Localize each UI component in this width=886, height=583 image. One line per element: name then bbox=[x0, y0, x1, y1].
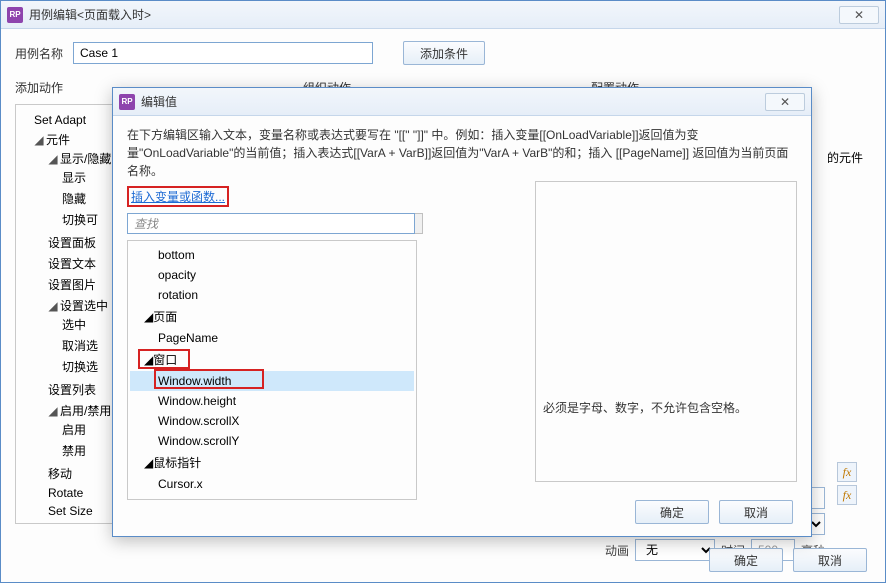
modal-close-button[interactable]: ✕ bbox=[765, 93, 805, 111]
variable-list-panel: bottom opacity rotation ◢页面 PageName ◢窗口… bbox=[127, 240, 417, 500]
window-title: 用例编辑<页面载入时> bbox=[29, 6, 839, 23]
search-input[interactable]: 查找 bbox=[127, 213, 415, 234]
fx-button-2[interactable]: fx bbox=[837, 485, 857, 505]
list-item[interactable]: PageName bbox=[130, 328, 414, 348]
modal-app-icon: RP bbox=[119, 94, 135, 110]
list-item[interactable]: Window.scrollY bbox=[130, 431, 414, 451]
case-name-label: 用例名称 bbox=[15, 45, 63, 62]
list-item[interactable]: Window.height bbox=[130, 391, 414, 411]
modal-body: 在下方编辑区输入文本，变量名称或表达式要写在 "[[" "]]" 中。例如：插入… bbox=[113, 116, 811, 536]
modal-cancel-button[interactable]: 取消 bbox=[719, 500, 793, 524]
modal-description: 在下方编辑区输入文本，变量名称或表达式要写在 "[[" "]]" 中。例如：插入… bbox=[127, 126, 797, 180]
main-title-bar: RP 用例编辑<页面载入时> ✕ bbox=[1, 1, 885, 29]
add-action-header: 添加动作 bbox=[15, 79, 63, 96]
modal-title: 编辑值 bbox=[141, 93, 765, 110]
fx-button-1[interactable]: fx bbox=[837, 462, 857, 482]
list-group-window[interactable]: ◢窗口 bbox=[130, 348, 414, 371]
modal-title-bar: RP 编辑值 ✕ bbox=[113, 88, 811, 116]
editor-area[interactable] bbox=[535, 181, 797, 482]
target-suffix-label: 的元件 bbox=[827, 149, 863, 166]
insert-link-highlight: 插入变量或函数... bbox=[127, 186, 229, 207]
case-name-row: 用例名称 添加条件 bbox=[15, 41, 871, 65]
insert-variable-link[interactable]: 插入变量或函数... bbox=[131, 190, 225, 204]
validation-hint: 必须是字母、数字，不允许包含空格。 bbox=[543, 399, 747, 416]
animation-select[interactable]: 无 bbox=[635, 539, 715, 561]
list-item[interactable]: bottom bbox=[130, 245, 414, 265]
list-item-window-width[interactable]: Window.width bbox=[130, 371, 414, 391]
modal-ok-button[interactable]: 确定 bbox=[635, 500, 709, 524]
list-item[interactable]: Window.scrollX bbox=[130, 411, 414, 431]
add-condition-button[interactable]: 添加条件 bbox=[403, 41, 485, 65]
list-group-cursor[interactable]: ◢鼠标指针 bbox=[130, 451, 414, 474]
modal-footer-buttons: 确定 取消 bbox=[635, 500, 793, 524]
main-ok-button[interactable]: 确定 bbox=[709, 548, 783, 572]
search-scroll-hint bbox=[415, 213, 423, 234]
edit-value-dialog: RP 编辑值 ✕ 在下方编辑区输入文本，变量名称或表达式要写在 "[[" "]]… bbox=[112, 87, 812, 537]
animation-label: 动画 bbox=[605, 542, 629, 559]
list-item[interactable]: rotation bbox=[130, 285, 414, 305]
list-item[interactable]: Cursor.x bbox=[130, 474, 414, 494]
close-button[interactable]: ✕ bbox=[839, 6, 879, 24]
list-item[interactable]: opacity bbox=[130, 265, 414, 285]
app-icon: RP bbox=[7, 7, 23, 23]
list-item[interactable]: Cursor.y bbox=[130, 494, 414, 500]
main-footer-buttons: 确定 取消 bbox=[709, 548, 867, 572]
list-group-page[interactable]: ◢页面 bbox=[130, 305, 414, 328]
case-name-input[interactable] bbox=[73, 42, 373, 64]
main-cancel-button[interactable]: 取消 bbox=[793, 548, 867, 572]
